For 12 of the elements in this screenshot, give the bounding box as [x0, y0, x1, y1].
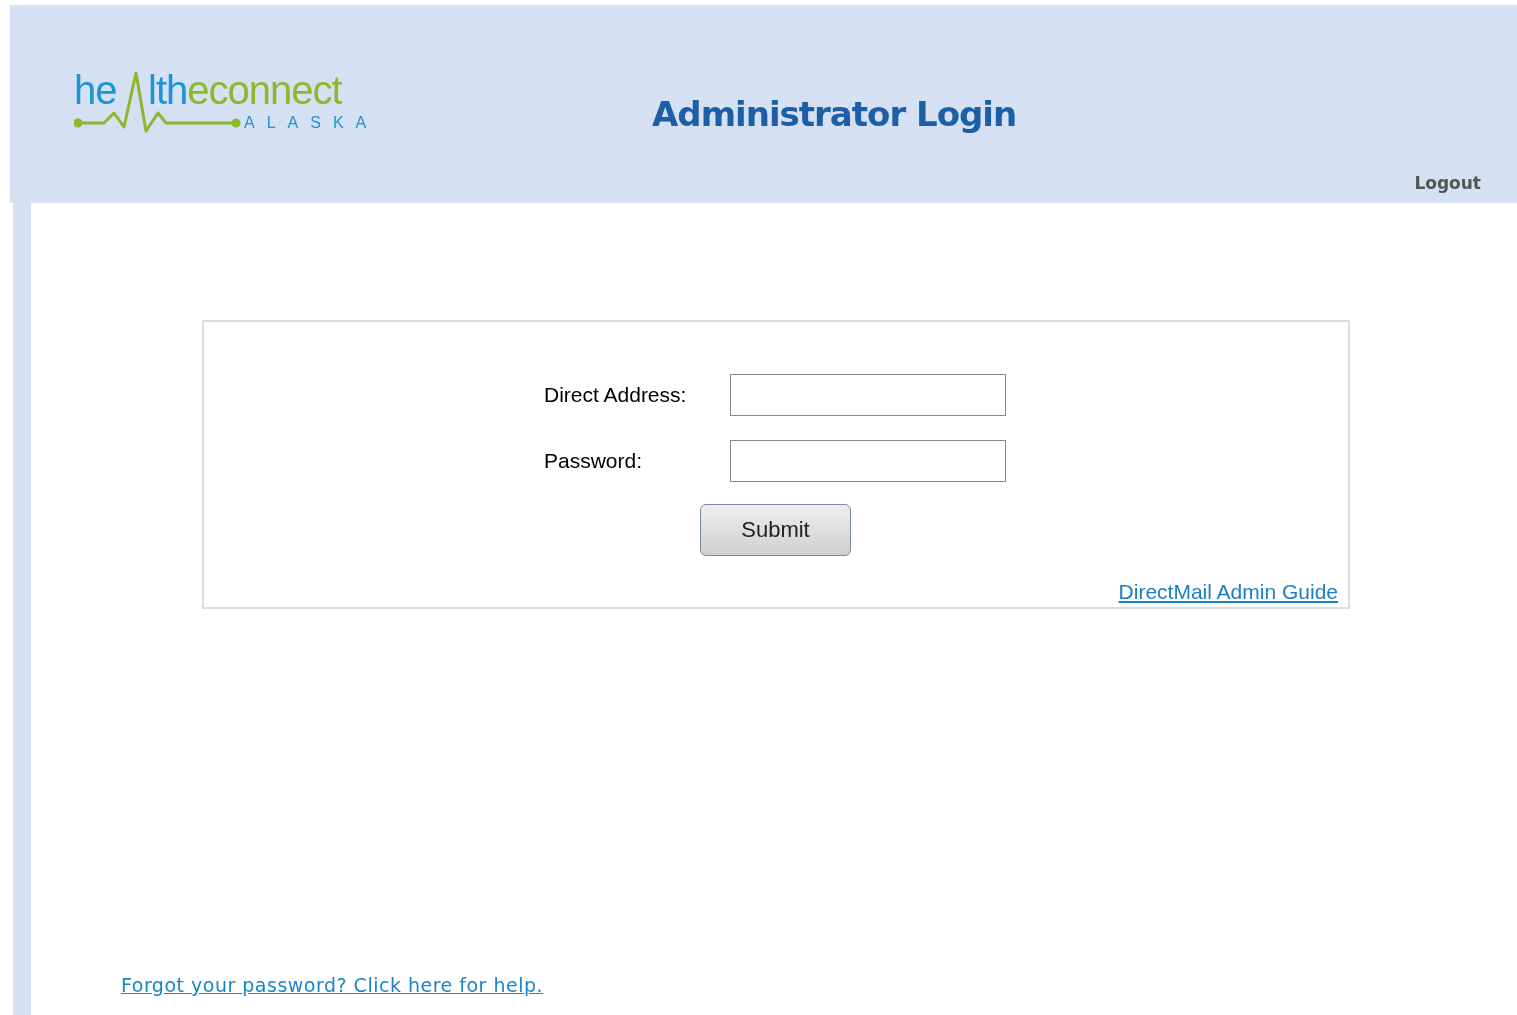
logo-tagline: ALASKA [244, 113, 379, 133]
admin-guide-link[interactable]: DirectMail Admin Guide [1118, 575, 1338, 607]
input-field[interactable] [730, 374, 1006, 416]
submit-button[interactable]: Submit [700, 504, 851, 556]
logout-link[interactable]: Logout [1414, 171, 1481, 197]
field-label: Password: [544, 448, 644, 475]
field-label: Direct Address: [544, 382, 688, 409]
input-field[interactable] [730, 440, 1006, 482]
logo-wordmark-start: he [74, 71, 117, 109]
page-title: Administrator Login [652, 93, 1017, 136]
logo-wordmark-end: ltheconnect [148, 71, 342, 109]
forgot-password-link[interactable]: Forgot your password? Click here for help. [121, 971, 1517, 1000]
